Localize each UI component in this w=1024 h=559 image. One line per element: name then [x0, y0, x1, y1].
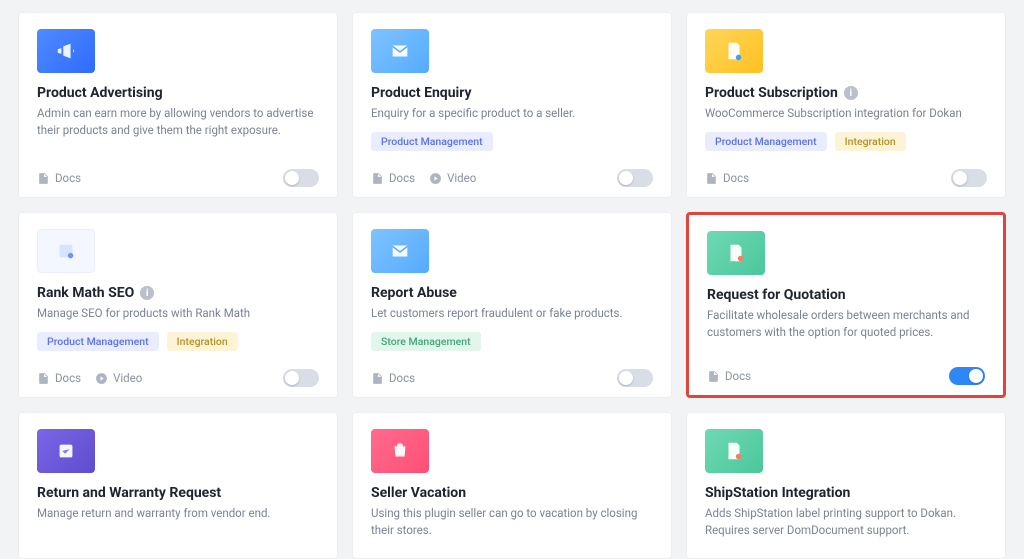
- title-row: Product Subscription i: [705, 85, 987, 101]
- docs-link[interactable]: Docs: [37, 371, 81, 385]
- card-footer: Docs: [705, 161, 987, 187]
- tag-int[interactable]: Integration: [835, 132, 906, 151]
- product-enquiry-thumb-icon: [371, 29, 429, 73]
- tag-pm[interactable]: Product Management: [705, 132, 827, 151]
- video-link[interactable]: Video: [429, 171, 476, 185]
- rank-math-seo-thumb-icon: [37, 229, 95, 273]
- report-abuse-thumb-icon: [371, 229, 429, 273]
- card-title: Product Enquiry: [371, 85, 472, 101]
- shipstation-integration-thumb-icon: [705, 429, 763, 473]
- card-title: ShipStation Integration: [705, 485, 850, 501]
- card-description: Enquiry for a specific product to a sell…: [371, 105, 653, 122]
- enable-toggle[interactable]: [617, 169, 653, 187]
- card-description: Facilitate wholesale orders between merc…: [707, 307, 985, 340]
- footer-links: Docs: [707, 369, 751, 383]
- footer-links: Docs Video: [371, 171, 476, 185]
- docs-link[interactable]: Docs: [37, 171, 81, 185]
- docs-label: Docs: [55, 371, 81, 385]
- card-description: Adds ShipStation label printing support …: [705, 505, 987, 538]
- card-footer: Docs Video: [37, 361, 319, 387]
- product-advertising-thumb-icon: [37, 29, 95, 73]
- docs-label: Docs: [725, 369, 751, 383]
- title-row: Report Abuse: [371, 285, 653, 301]
- card-description: Admin can earn more by allowing vendors …: [37, 105, 319, 138]
- title-row: Return and Warranty Request: [37, 485, 319, 501]
- card-description: Manage SEO for products with Rank Math: [37, 305, 319, 322]
- module-grid: Product Advertising Admin can earn more b…: [18, 12, 1006, 559]
- card-return-and-warranty: Return and Warranty Request Manage return…: [18, 412, 338, 559]
- return-and-warranty-thumb-icon: [37, 429, 95, 473]
- video-link[interactable]: Video: [95, 371, 142, 385]
- card-footer: Docs: [371, 361, 653, 387]
- card-product-enquiry: Product Enquiry Enquiry for a specific pr…: [352, 12, 672, 198]
- docs-label: Docs: [389, 171, 415, 185]
- card-description: WooCommerce Subscription integration for…: [705, 105, 987, 122]
- title-row: Seller Vacation: [371, 485, 653, 501]
- docs-label: Docs: [723, 171, 749, 185]
- card-description: Let customers report fraudulent or fake …: [371, 305, 653, 322]
- card-description: Using this plugin seller can go to vacat…: [371, 505, 653, 538]
- docs-link[interactable]: Docs: [705, 171, 749, 185]
- tag-list: Store Management: [371, 332, 653, 351]
- card-footer: Docs: [707, 359, 985, 385]
- card-title: Rank Math SEO: [37, 285, 134, 301]
- card-product-advertising: Product Advertising Admin can earn more b…: [18, 12, 338, 198]
- card-title: Seller Vacation: [371, 485, 466, 501]
- title-row: Request for Quotation: [707, 287, 985, 303]
- card-footer: Docs Video: [371, 161, 653, 187]
- tag-pm[interactable]: Product Management: [371, 132, 493, 151]
- tag-sm[interactable]: Store Management: [371, 332, 481, 351]
- docs-label: Docs: [55, 171, 81, 185]
- title-row: Rank Math SEO i: [37, 285, 319, 301]
- card-request-for-quotation: Request for Quotation Facilitate wholesal…: [686, 212, 1006, 398]
- card-title: Report Abuse: [371, 285, 457, 301]
- enable-toggle[interactable]: [283, 369, 319, 387]
- card-shipstation-integration: ShipStation Integration Adds ShipStation …: [686, 412, 1006, 559]
- tag-list: Product Management: [371, 132, 653, 151]
- tag-int[interactable]: Integration: [167, 332, 238, 351]
- card-title: Product Advertising: [37, 85, 163, 101]
- card-title: Return and Warranty Request: [37, 485, 221, 501]
- product-subscription-thumb-icon: [705, 29, 763, 73]
- card-title: Product Subscription: [705, 85, 838, 101]
- title-row: ShipStation Integration: [705, 485, 987, 501]
- seller-vacation-thumb-icon: [371, 429, 429, 473]
- footer-links: Docs: [705, 171, 749, 185]
- title-row: Product Advertising: [37, 85, 319, 101]
- docs-link[interactable]: Docs: [371, 171, 415, 185]
- card-description: Manage return and warranty from vendor e…: [37, 505, 319, 522]
- docs-link[interactable]: Docs: [371, 371, 415, 385]
- title-row: Product Enquiry: [371, 85, 653, 101]
- footer-links: Docs Video: [37, 371, 142, 385]
- enable-toggle[interactable]: [949, 367, 985, 385]
- enable-toggle[interactable]: [951, 169, 987, 187]
- video-label: Video: [113, 371, 142, 385]
- request-for-quotation-thumb-icon: [707, 231, 765, 275]
- tag-list: Product Management Integration: [705, 132, 987, 151]
- tag-pm[interactable]: Product Management: [37, 332, 159, 351]
- info-icon[interactable]: i: [140, 286, 154, 300]
- tag-list: Product Management Integration: [37, 332, 319, 351]
- enable-toggle[interactable]: [617, 369, 653, 387]
- docs-label: Docs: [389, 371, 415, 385]
- info-icon[interactable]: i: [844, 86, 858, 100]
- video-label: Video: [447, 171, 476, 185]
- enable-toggle[interactable]: [283, 169, 319, 187]
- footer-links: Docs: [37, 171, 81, 185]
- card-product-subscription: Product Subscription i WooCommerce Subscri…: [686, 12, 1006, 198]
- card-footer: Docs: [37, 161, 319, 187]
- docs-link[interactable]: Docs: [707, 369, 751, 383]
- card-title: Request for Quotation: [707, 287, 846, 303]
- footer-links: Docs: [371, 371, 415, 385]
- card-rank-math-seo: Rank Math SEO i Manage SEO for products wi…: [18, 212, 338, 398]
- card-seller-vacation: Seller Vacation Using this plugin seller …: [352, 412, 672, 559]
- card-report-abuse: Report Abuse Let customers report fraudul…: [352, 212, 672, 398]
